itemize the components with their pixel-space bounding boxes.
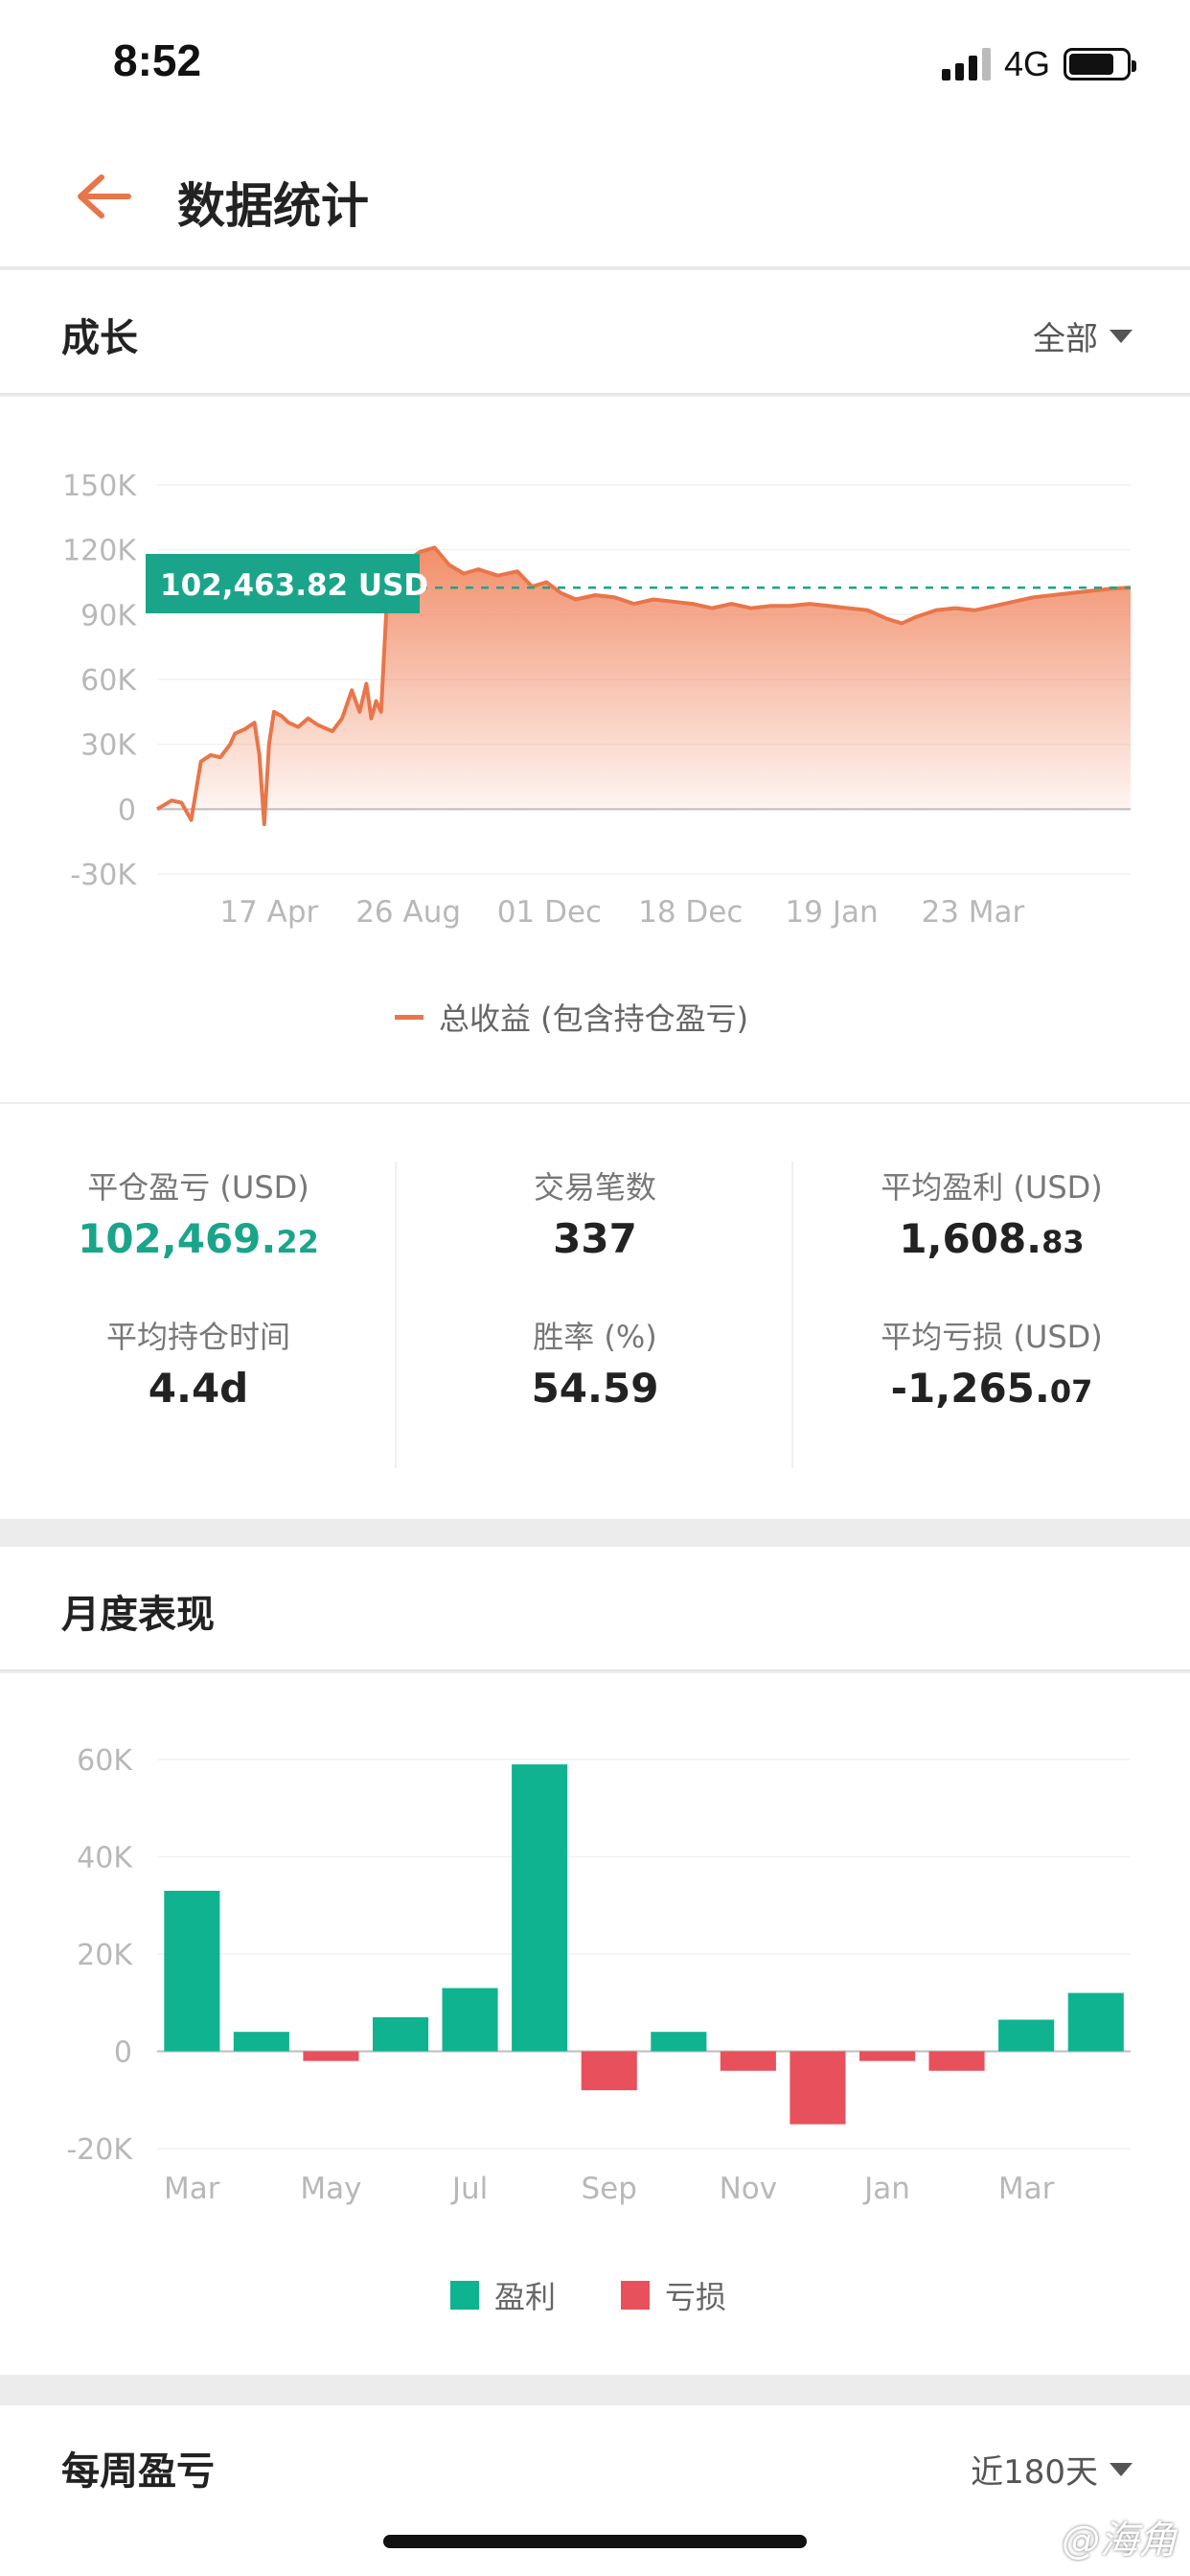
legend-profit-swatch <box>450 2281 479 2310</box>
stat-value: 54.59 <box>531 1365 659 1412</box>
x-tick-label: Jul <box>450 2172 488 2206</box>
stat-avg-loss: 平均亏损 (USD) -1,265.07 <box>793 1313 1190 1412</box>
monthly-legend: 盈利 亏损 <box>450 2273 726 2317</box>
app-header: 数据统计 <box>0 125 1190 268</box>
weekly-filter-label: 近180天 <box>971 2453 1098 2492</box>
stat-closed-pnl: 平仓盈亏 (USD) 102,469.22 <box>0 1163 397 1262</box>
profit-bar[interactable] <box>373 2017 429 2052</box>
x-tick-label: Mar <box>998 2172 1055 2206</box>
stat-avg-profit: 平均盈利 (USD) 1,608.83 <box>793 1163 1190 1262</box>
highlight-value: 102,463.82 USD <box>160 568 428 603</box>
stat-value: 1,608.83 <box>899 1215 1085 1262</box>
stat-label: 平仓盈亏 (USD) <box>87 1169 309 1206</box>
y-tick-label: 60K <box>77 1744 133 1778</box>
monthly-chart-card: 60K 40K 20K 0 -20K Mar May Jul Sep Nov Jan Mar 盈利 … <box>0 1673 1190 2375</box>
loss-bar[interactable] <box>581 2051 637 2091</box>
stat-label: 平均盈利 (USD) <box>881 1169 1103 1206</box>
loss-bar[interactable] <box>303 2051 359 2061</box>
x-tick-label: 18 Dec <box>638 895 743 930</box>
x-tick-label: Nov <box>720 2172 778 2206</box>
legend-loss-label: 亏损 <box>665 2279 727 2315</box>
profit-bar[interactable] <box>651 2032 707 2052</box>
y-tick-label: -20K <box>66 2133 133 2167</box>
profit-bar[interactable] <box>512 1764 568 2052</box>
loss-bar[interactable] <box>928 2051 985 2071</box>
x-tick-label: May <box>300 2172 361 2206</box>
profit-bar[interactable] <box>998 2019 1055 2052</box>
growth-title: 成长 <box>61 316 138 360</box>
stats-panel: 平仓盈亏 (USD) 102,469.22 交易笔数 337 平均盈利 (USD… <box>0 1102 1190 1519</box>
weekly-title: 每周盈亏 <box>61 2450 215 2494</box>
network-type: 4G <box>1003 44 1050 83</box>
stat-value: 337 <box>553 1215 637 1262</box>
y-tick-label: 0 <box>118 794 136 827</box>
growth-filter-dropdown[interactable]: 全部 <box>1033 312 1133 359</box>
stat-value: 102,469.22 <box>78 1215 319 1262</box>
y-tick-label: 120K <box>62 535 137 568</box>
profit-bar[interactable] <box>1067 1992 1124 2052</box>
loss-bar[interactable] <box>720 2051 776 2071</box>
x-tick-label: Mar <box>164 2172 220 2206</box>
loss-bar[interactable] <box>859 2051 916 2061</box>
x-tick-label: 23 Mar <box>922 895 1025 930</box>
legend-profit-label: 盈利 <box>494 2279 557 2315</box>
y-tick-label: 150K <box>62 470 137 503</box>
weekly-filter-dropdown[interactable]: 近180天 <box>971 2446 1133 2493</box>
legend-line-swatch <box>395 1014 423 1020</box>
chevron-down-icon <box>1110 329 1133 343</box>
growth-section-header: 成长 全部 <box>0 270 1190 395</box>
stat-avg-hold: 平均持仓时间 4.4d <box>0 1313 397 1412</box>
stat-label: 平均持仓时间 <box>105 1319 290 1355</box>
stat-value: -1,265.07 <box>890 1365 1093 1412</box>
growth-chart-card: 150K 120K 90K 60K 30K 0 -30K 17 Apr 26 Aug 01 De… <box>0 397 1190 1102</box>
profit-bar[interactable] <box>233 2032 289 2052</box>
legend-loss-swatch <box>621 2281 651 2310</box>
x-tick-label: 17 Apr <box>219 895 318 930</box>
stat-label: 平均亏损 (USD) <box>881 1319 1103 1355</box>
weekly-section-header: 每周盈亏 近180天 <box>0 2405 1190 2576</box>
status-bar: 8:52 4G <box>0 0 1190 125</box>
growth-legend-label: 总收益 (包含持仓盈亏) <box>439 1000 749 1037</box>
page-title: 数据统计 <box>177 178 369 234</box>
stat-trades: 交易笔数 337 <box>397 1163 793 1262</box>
y-tick-label: 20K <box>77 1939 133 1972</box>
home-indicator[interactable] <box>383 2535 807 2548</box>
y-tick-label: -30K <box>70 859 137 892</box>
monthly-section-header: 月度表现 <box>0 1547 1190 1671</box>
y-tick-label: 90K <box>80 599 137 632</box>
y-tick-label: 60K <box>80 664 137 698</box>
y-tick-label: 40K <box>77 1842 133 1875</box>
x-tick-label: 26 Aug <box>355 895 461 930</box>
loss-bar[interactable] <box>790 2051 846 2125</box>
y-tick-label: 30K <box>80 729 137 763</box>
stat-label: 胜率 (%) <box>533 1319 657 1355</box>
status-time: 8:52 <box>113 35 202 85</box>
x-tick-label: Sep <box>581 2172 636 2206</box>
x-tick-label: 19 Jan <box>786 895 879 930</box>
profit-bar[interactable] <box>442 1988 498 2052</box>
x-tick-label: 01 Dec <box>497 895 602 930</box>
stat-value: 4.4d <box>148 1365 249 1412</box>
monthly-chart: 60K 40K 20K 0 -20K Mar May Jul Sep Nov Jan Mar <box>66 1744 1131 2206</box>
signal-icon <box>941 48 991 80</box>
stat-winrate: 胜率 (%) 54.59 <box>397 1313 793 1412</box>
stat-label: 交易笔数 <box>533 1169 656 1206</box>
monthly-title: 月度表现 <box>61 1593 215 1637</box>
profit-bar[interactable] <box>164 1891 220 2052</box>
growth-legend: 总收益 (包含持仓盈亏) <box>395 995 748 1039</box>
status-indicators: 4G <box>941 44 1136 84</box>
chevron-down-icon <box>1110 2462 1133 2476</box>
back-arrow-icon[interactable] <box>75 172 132 220</box>
watermark-text: @海角 <box>1062 2518 1177 2563</box>
battery-icon <box>1064 48 1136 80</box>
x-tick-label: Jan <box>862 2172 910 2206</box>
growth-filter-label: 全部 <box>1033 320 1098 358</box>
y-tick-label: 0 <box>114 2036 132 2070</box>
